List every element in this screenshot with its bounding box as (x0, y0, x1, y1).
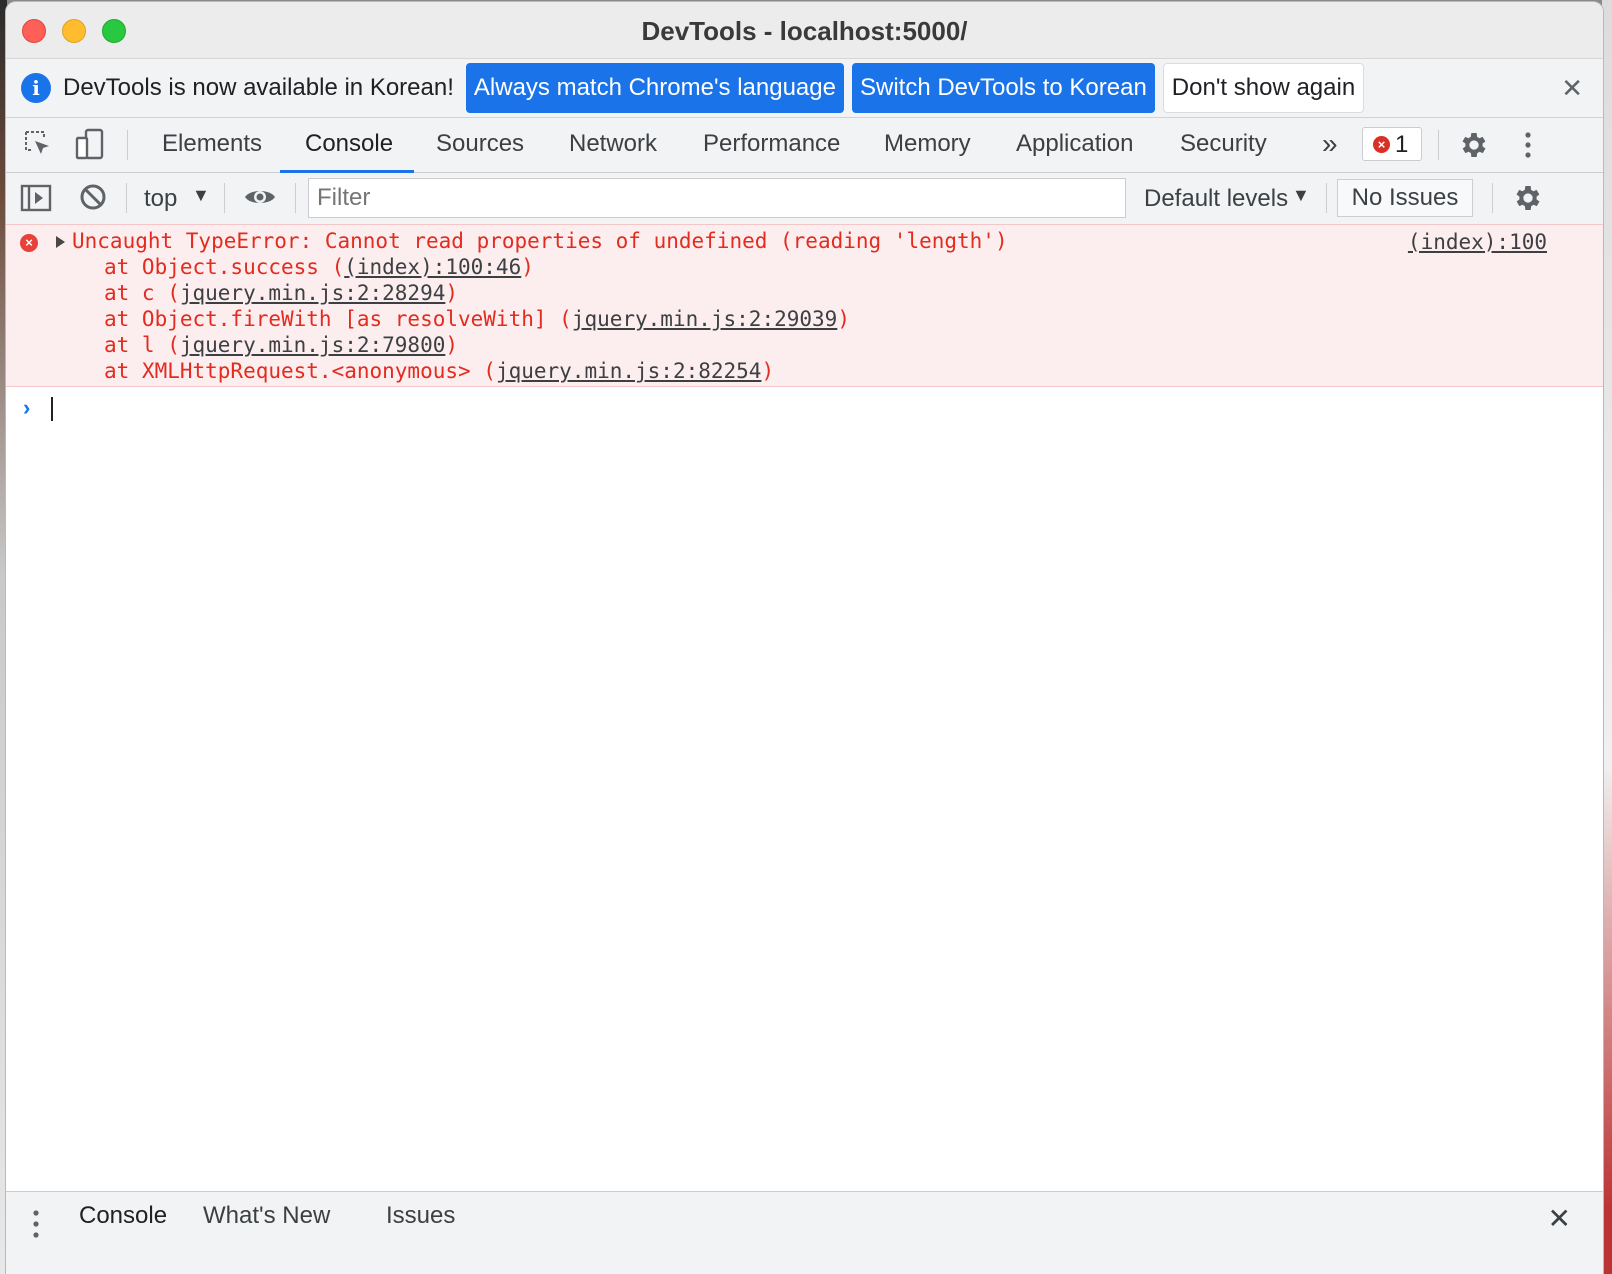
tab-application[interactable]: Application (1016, 118, 1133, 172)
stack-frame-text: at c ( (104, 281, 180, 305)
error-message: × Uncaught TypeError: Cannot read proper… (6, 224, 1603, 387)
eye-icon[interactable] (243, 186, 277, 208)
tab-network[interactable]: Network (569, 118, 657, 172)
stack-frame-link[interactable]: jquery.min.js:2:79800 (180, 333, 446, 357)
error-icon: × (1373, 136, 1390, 153)
desktop-background-right (1602, 0, 1612, 1274)
error-count: 1 (1395, 131, 1409, 158)
context-selector[interactable]: top (144, 185, 177, 213)
stack-frame-suffix: ) (761, 359, 775, 383)
always-match-language-button[interactable]: Always match Chrome's language (465, 63, 844, 113)
toolbar-divider (127, 130, 128, 160)
stack-frame: at Object.fireWith [as resolveWith] (jqu… (6, 306, 1603, 332)
close-icon[interactable]: ✕ (1561, 73, 1583, 104)
drawer-menu-icon[interactable] (30, 1208, 42, 1240)
error-text[interactable]: Uncaught TypeError: Cannot read properti… (6, 228, 1603, 254)
stack-frame-text: at l ( (104, 333, 180, 357)
drawer-tab-whats-new[interactable]: What's New (203, 1202, 330, 1230)
toolbar-divider (1492, 183, 1493, 213)
stack-frame-text: at Object.fireWith [as resolveWith] ( (104, 307, 572, 331)
drawer-tab-issues[interactable]: Issues (386, 1202, 455, 1230)
inspect-element-icon[interactable] (22, 128, 54, 160)
log-levels-dropdown[interactable]: Default levels (1144, 185, 1288, 213)
stack-frame-suffix: ) (521, 255, 534, 279)
tab-security[interactable]: Security (1180, 118, 1267, 172)
switch-to-korean-button[interactable]: Switch DevTools to Korean (851, 63, 1155, 113)
text-caret (51, 397, 53, 421)
stack-frame-suffix: ) (445, 281, 459, 305)
console-settings-gear-icon[interactable] (1512, 182, 1544, 214)
tab-performance[interactable]: Performance (703, 118, 840, 172)
toolbar-divider (1438, 130, 1439, 160)
tab-sources[interactable]: Sources (436, 118, 524, 172)
console-output: × Uncaught TypeError: Cannot read proper… (6, 224, 1603, 1192)
toolbar-divider (224, 183, 225, 213)
settings-gear-icon[interactable] (1458, 129, 1490, 161)
prompt-arrow-icon: › (23, 395, 31, 420)
sidebar-toggle-icon[interactable] (20, 183, 52, 213)
stack-frame-suffix: ) (445, 333, 459, 357)
stack-frame-link[interactable]: jquery.min.js:2:28294 (180, 281, 446, 305)
kebab-menu-icon[interactable] (1518, 129, 1538, 161)
console-prompt[interactable]: › (6, 387, 1603, 429)
toolbar-divider (126, 183, 127, 213)
error-icon: × (20, 234, 38, 252)
more-tabs-icon[interactable]: » (1322, 118, 1338, 172)
context-dropdown-caret-icon[interactable]: ▼ (192, 185, 210, 206)
expand-arrow-icon[interactable] (56, 236, 65, 248)
stack-frame-text: at Object.success ( (104, 255, 345, 279)
stack-frame-suffix: ) (837, 307, 850, 331)
filter-input[interactable] (308, 178, 1126, 218)
clear-console-icon[interactable] (78, 182, 108, 212)
drawer-tab-bar: Console What's New Issues ✕ (6, 1191, 1603, 1274)
tab-elements[interactable]: Elements (162, 118, 262, 172)
tab-memory[interactable]: Memory (884, 118, 971, 172)
toolbar-divider (295, 183, 296, 213)
stack-frame: at XMLHttpRequest.<anonymous> (jquery.mi… (6, 358, 1603, 384)
stack-frame-link[interactable]: jquery.min.js:2:29039 (572, 307, 838, 331)
error-source-link[interactable]: (index):100 (1408, 230, 1547, 254)
tab-console[interactable]: Console (305, 118, 393, 172)
toolbar-divider (1326, 183, 1327, 213)
stack-frame-text: at XMLHttpRequest.<anonymous> ( (104, 359, 496, 383)
stack-frame: at l (jquery.min.js:2:79800) (6, 332, 1603, 358)
title-bar: DevTools - localhost:5000/ (6, 2, 1603, 59)
console-toolbar: top ▼ Default levels ▼ No Issues (6, 173, 1603, 226)
levels-dropdown-caret-icon[interactable]: ▼ (1292, 185, 1310, 206)
stack-frame-link[interactable]: (index):100:46 (344, 255, 521, 279)
device-toolbar-icon[interactable] (74, 128, 106, 162)
issues-button[interactable]: No Issues (1337, 179, 1473, 217)
window-title: DevTools - localhost:5000/ (641, 16, 968, 46)
infobar-message: DevTools is now available in Korean! (63, 74, 454, 101)
stack-frame: at Object.success ((index):100:46) (6, 254, 1603, 280)
stack-frame-link[interactable]: jquery.min.js:2:82254 (496, 359, 762, 383)
drawer-close-icon[interactable]: ✕ (1548, 1202, 1571, 1235)
language-infobar: i DevTools is now available in Korean! A… (6, 59, 1603, 118)
drawer-tab-console[interactable]: Console (79, 1202, 167, 1230)
devtools-window: DevTools - localhost:5000/ i DevTools is… (6, 2, 1603, 1274)
dont-show-again-button[interactable]: Don't show again (1162, 63, 1365, 113)
info-icon: i (21, 73, 51, 103)
stack-frame: at c (jquery.min.js:2:28294) (6, 280, 1603, 306)
error-count-badge[interactable]: × 1 (1362, 127, 1422, 161)
main-tab-bar: Elements Console Sources Network Perform… (6, 118, 1603, 173)
